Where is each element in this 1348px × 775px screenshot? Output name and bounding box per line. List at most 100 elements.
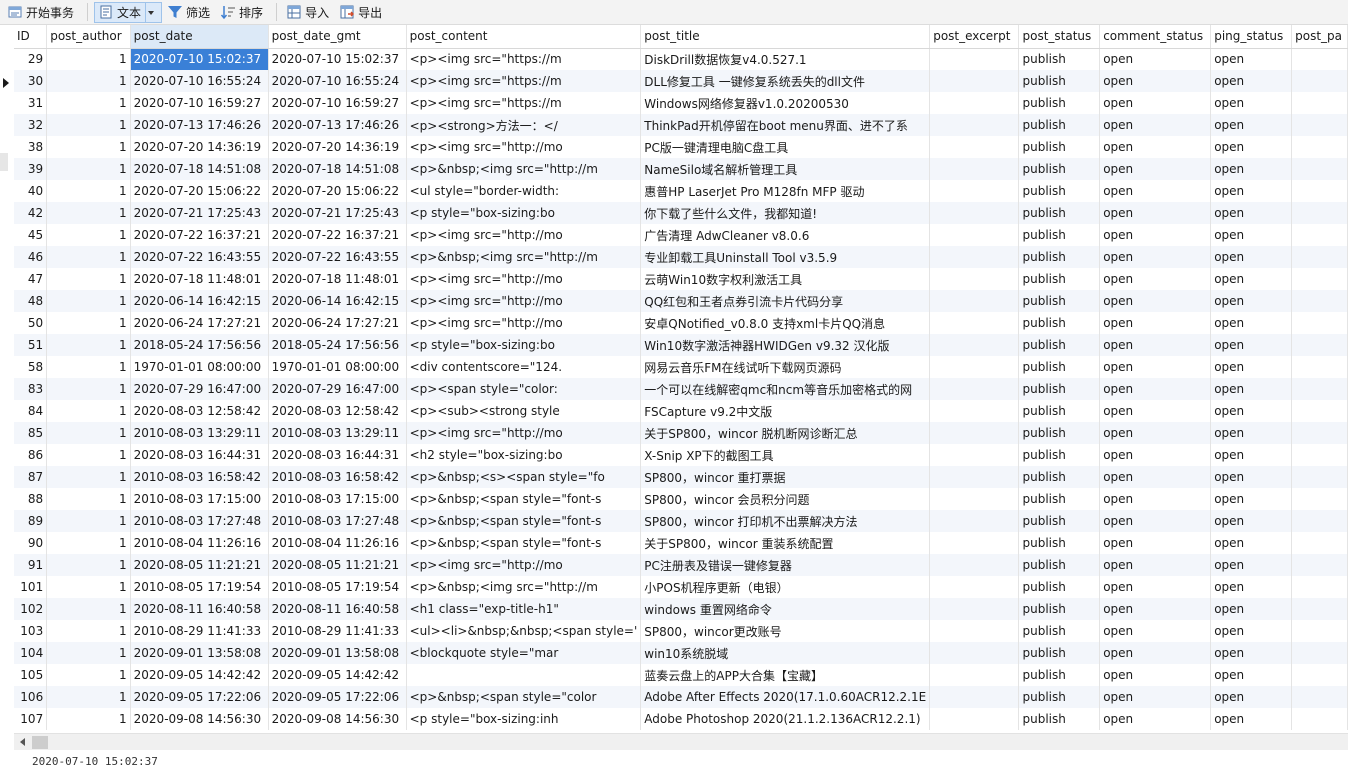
cell-post-date-gmt[interactable]: 2020-09-05 14:42:42 <box>268 664 407 686</box>
cell-post-excerpt[interactable] <box>929 466 1020 488</box>
sort-button[interactable]: 排序 <box>217 2 268 23</box>
cell-post-pa[interactable] <box>1291 686 1348 708</box>
cell-ID[interactable]: 48 <box>14 290 48 312</box>
cell-post-excerpt[interactable] <box>929 312 1020 334</box>
cell-comment-status[interactable]: open <box>1099 180 1212 202</box>
cell-post-author[interactable]: 1 <box>46 488 131 510</box>
cell-post-date-gmt[interactable]: 2020-08-11 16:40:58 <box>268 598 407 620</box>
cell-post-author[interactable]: 1 <box>46 224 131 246</box>
cell-post-status[interactable]: publish <box>1018 400 1101 422</box>
cell-post-date-gmt[interactable]: 2010-08-04 11:26:16 <box>268 532 407 554</box>
cell-post-date[interactable]: 2020-07-10 15:02:37 <box>130 48 269 70</box>
cell-post-excerpt[interactable] <box>929 290 1020 312</box>
scroll-left-icon[interactable] <box>20 738 25 746</box>
cell-post-content[interactable]: <p>&nbsp;<span style="font-s <box>406 510 642 532</box>
cell-post-pa[interactable] <box>1291 554 1348 576</box>
cell-post-date-gmt[interactable]: 2020-07-21 17:25:43 <box>268 202 407 224</box>
cell-post-date-gmt[interactable]: 2020-09-08 14:56:30 <box>268 708 407 730</box>
cell-post-author[interactable]: 1 <box>46 378 131 400</box>
cell-post-author[interactable]: 1 <box>46 422 131 444</box>
cell-post-content[interactable]: <ul style="border-width: <box>406 180 642 202</box>
cell-ID[interactable]: 103 <box>14 620 48 642</box>
cell-post-excerpt[interactable] <box>929 180 1020 202</box>
table-row[interactable]: 105 1 2020-09-05 14:42:42 2020-09-05 14:42:… <box>14 664 1348 686</box>
cell-post-date[interactable]: 2020-07-22 16:43:55 <box>130 246 269 268</box>
cell-post-date-gmt[interactable]: 2010-08-03 13:29:11 <box>268 422 407 444</box>
cell-post-title[interactable]: SP800，wincor 重打票据 <box>640 466 931 488</box>
cell-ping-status[interactable]: open <box>1210 70 1293 92</box>
cell-ping-status[interactable]: open <box>1210 620 1293 642</box>
cell-post-excerpt[interactable] <box>929 686 1020 708</box>
cell-ID[interactable]: 83 <box>14 378 48 400</box>
cell-comment-status[interactable]: open <box>1099 70 1212 92</box>
cell-comment-status[interactable]: open <box>1099 532 1212 554</box>
cell-post-date-gmt[interactable]: 2020-08-05 11:21:21 <box>268 554 407 576</box>
cell-post-title[interactable]: DLL修复工具 一键修复系统丢失的dll文件 <box>640 70 931 92</box>
column-header-post-date-gmt[interactable]: post_date_gmt <box>268 25 407 49</box>
cell-post-date-gmt[interactable]: 2020-07-22 16:43:55 <box>268 246 407 268</box>
cell-ping-status[interactable]: open <box>1210 92 1293 114</box>
cell-post-status[interactable]: publish <box>1018 246 1101 268</box>
cell-post-content[interactable]: <p><img src="http://mo <box>406 136 642 158</box>
table-row[interactable]: 87 1 2010-08-03 16:58:42 2010-08-03 16:58:4… <box>14 466 1348 488</box>
cell-post-date-gmt[interactable]: 1970-01-01 08:00:00 <box>268 356 407 378</box>
cell-comment-status[interactable]: open <box>1099 554 1212 576</box>
cell-ID[interactable]: 90 <box>14 532 48 554</box>
cell-comment-status[interactable]: open <box>1099 400 1212 422</box>
cell-post-title[interactable]: 广告清理 AdwCleaner v8.0.6 <box>640 224 931 246</box>
cell-post-date[interactable]: 2020-08-11 16:40:58 <box>130 598 269 620</box>
cell-comment-status[interactable]: open <box>1099 246 1212 268</box>
cell-post-author[interactable]: 1 <box>46 136 131 158</box>
cell-comment-status[interactable]: open <box>1099 510 1212 532</box>
table-row[interactable]: 51 1 2018-05-24 17:56:56 2018-05-24 17:56:5… <box>14 334 1348 356</box>
cell-post-pa[interactable] <box>1291 422 1348 444</box>
cell-post-status[interactable]: publish <box>1018 356 1101 378</box>
cell-post-excerpt[interactable] <box>929 620 1020 642</box>
cell-ping-status[interactable]: open <box>1210 136 1293 158</box>
table-row[interactable]: 42 1 2020-07-21 17:25:43 2020-07-21 17:25:4… <box>14 202 1348 224</box>
cell-post-status[interactable]: publish <box>1018 202 1101 224</box>
cell-post-date[interactable]: 2020-08-05 11:21:21 <box>130 554 269 576</box>
cell-post-date-gmt[interactable]: 2018-05-24 17:56:56 <box>268 334 407 356</box>
cell-post-date[interactable]: 2020-07-10 16:59:27 <box>130 92 269 114</box>
cell-post-pa[interactable] <box>1291 598 1348 620</box>
cell-post-status[interactable]: publish <box>1018 290 1101 312</box>
cell-post-author[interactable]: 1 <box>46 554 131 576</box>
cell-post-pa[interactable] <box>1291 576 1348 598</box>
cell-comment-status[interactable]: open <box>1099 158 1212 180</box>
cell-comment-status[interactable]: open <box>1099 664 1212 686</box>
cell-post-title[interactable]: 你下载了些什么文件，我都知道! <box>640 202 931 224</box>
cell-ID[interactable]: 106 <box>14 686 48 708</box>
cell-post-pa[interactable] <box>1291 488 1348 510</box>
cell-ping-status[interactable]: open <box>1210 48 1293 70</box>
scrollbar-thumb[interactable] <box>32 736 48 749</box>
cell-post-excerpt[interactable] <box>929 224 1020 246</box>
cell-post-content[interactable]: <p><img src="https://m <box>406 70 642 92</box>
cell-post-status[interactable]: publish <box>1018 444 1101 466</box>
cell-ping-status[interactable]: open <box>1210 708 1293 730</box>
cell-post-author[interactable]: 1 <box>46 158 131 180</box>
export-button[interactable]: 导出 <box>336 2 387 23</box>
cell-post-excerpt[interactable] <box>929 158 1020 180</box>
cell-post-excerpt[interactable] <box>929 510 1020 532</box>
cell-post-title[interactable]: FSCapture v9.2中文版 <box>640 400 931 422</box>
cell-post-content[interactable]: <p><strong>方法一：</ <box>406 114 642 136</box>
cell-ping-status[interactable]: open <box>1210 576 1293 598</box>
cell-post-status[interactable]: publish <box>1018 576 1101 598</box>
cell-post-excerpt[interactable] <box>929 444 1020 466</box>
column-header-post-content[interactable]: post_content <box>406 25 642 49</box>
cell-post-title[interactable]: PC注册表及错误一键修复器 <box>640 554 931 576</box>
cell-post-date[interactable]: 2010-08-03 17:15:00 <box>130 488 269 510</box>
cell-post-title[interactable]: 小POS机程序更新（电银） <box>640 576 931 598</box>
cell-post-date-gmt[interactable]: 2020-09-01 13:58:08 <box>268 642 407 664</box>
cell-comment-status[interactable]: open <box>1099 312 1212 334</box>
cell-post-excerpt[interactable] <box>929 378 1020 400</box>
cell-post-author[interactable]: 1 <box>46 202 131 224</box>
cell-post-author[interactable]: 1 <box>46 70 131 92</box>
cell-post-pa[interactable] <box>1291 664 1348 686</box>
cell-ID[interactable]: 88 <box>14 488 48 510</box>
cell-post-date[interactable]: 2020-07-22 16:37:21 <box>130 224 269 246</box>
cell-post-content[interactable] <box>406 664 642 686</box>
cell-post-title[interactable]: SP800，wincor更改账号 <box>640 620 931 642</box>
cell-post-status[interactable]: publish <box>1018 224 1101 246</box>
